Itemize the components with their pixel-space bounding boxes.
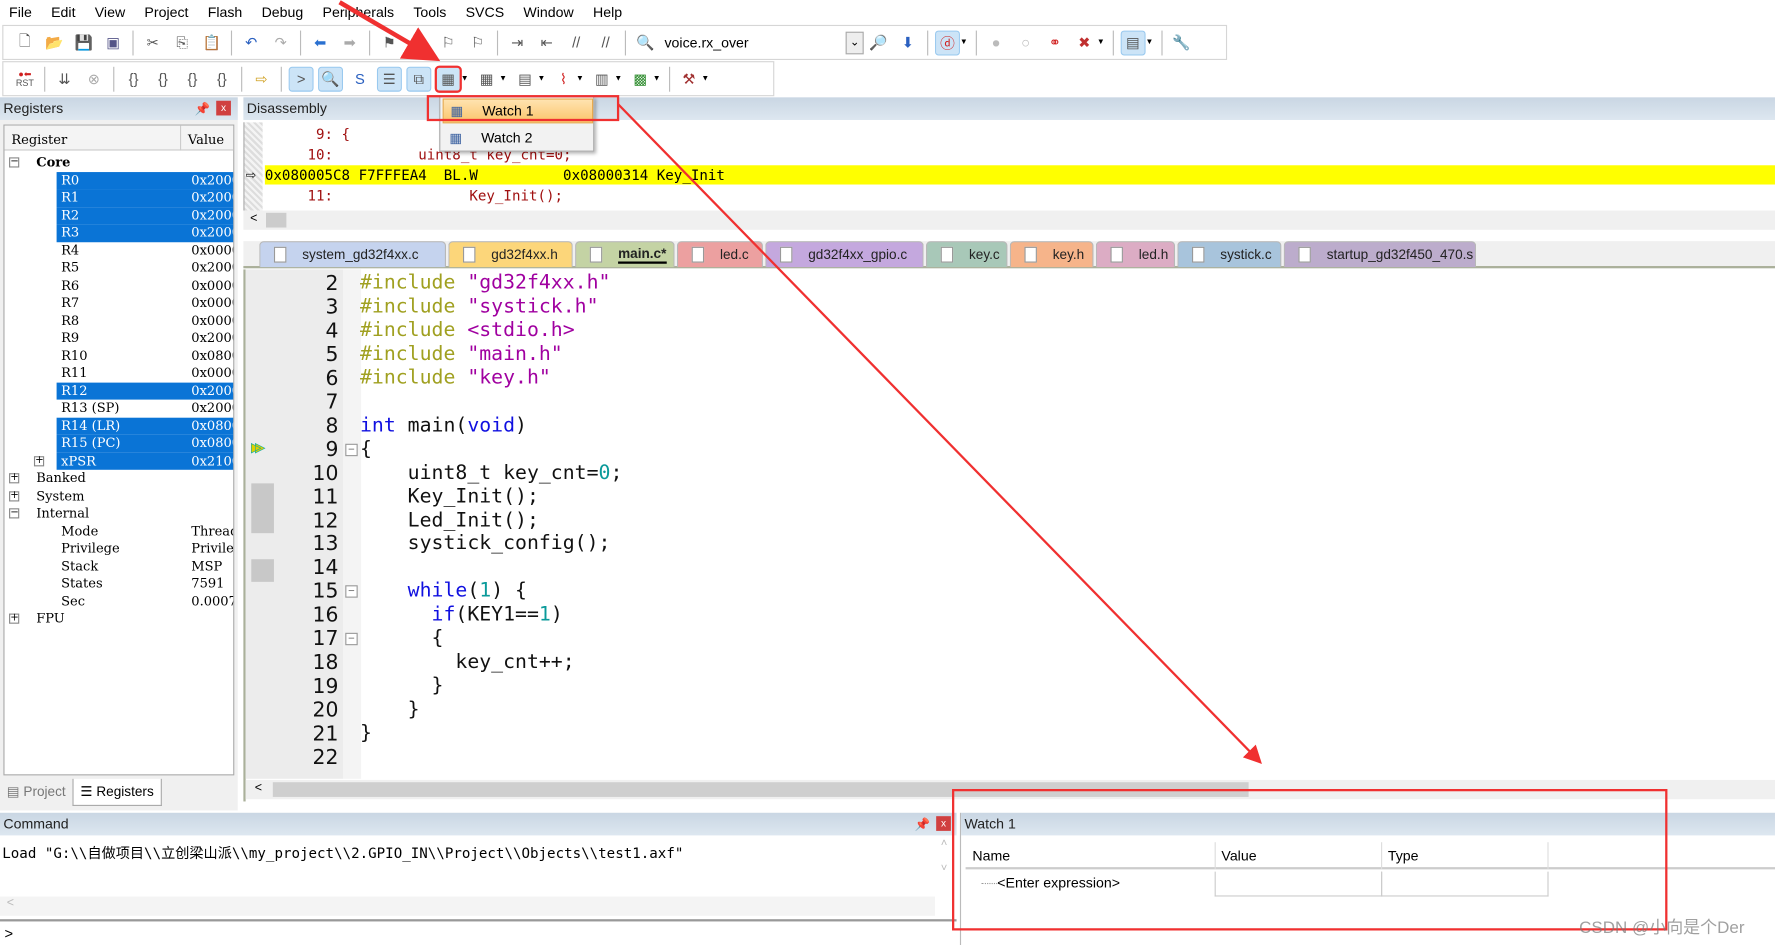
watermark: CSDN @小向是个Der [1579,918,1745,938]
uvision-debug-window: FileEditViewProjectFlashDebugPeripherals… [0,0,1775,945]
annotation-arrows [338,0,1262,764]
arrow-to-watch-button [338,0,441,62]
arrow-to-watch-panel [617,103,1262,764]
